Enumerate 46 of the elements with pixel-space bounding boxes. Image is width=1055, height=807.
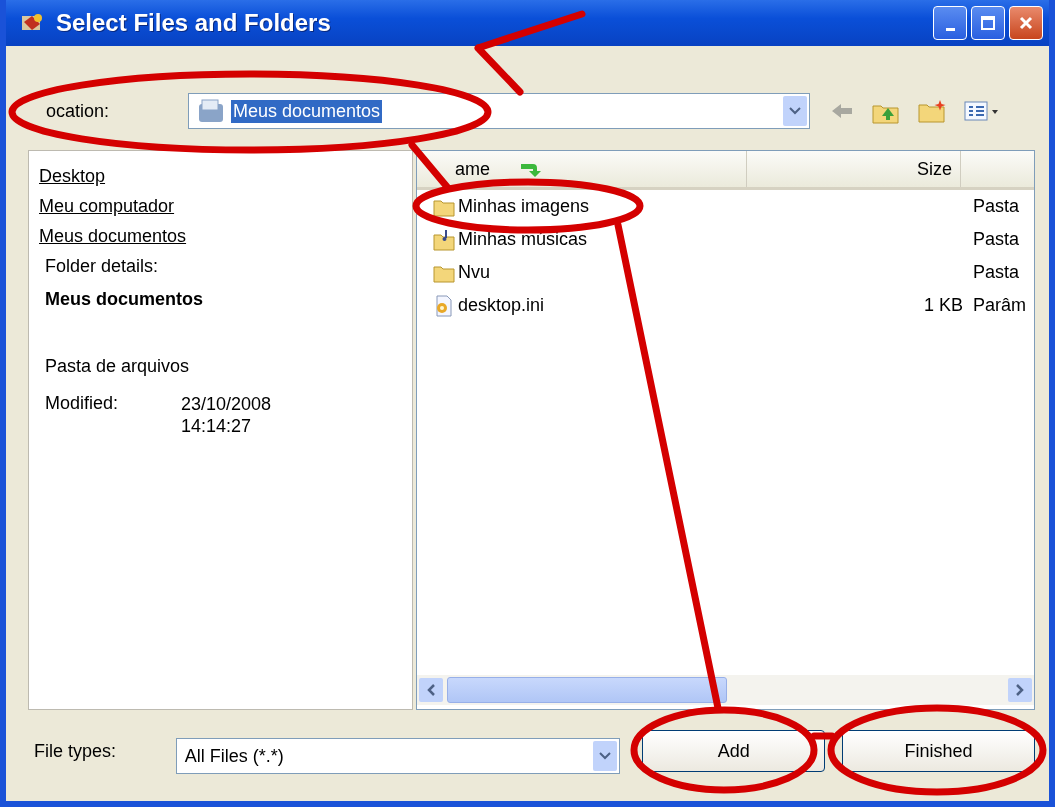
file-name[interactable]: Minhas músicas (458, 229, 588, 250)
new-folder-icon[interactable] (918, 99, 946, 123)
column-header[interactable]: ame (455, 158, 490, 180)
close-button[interactable] (1009, 6, 1043, 40)
documents-folder-icon (197, 98, 225, 124)
location-label: ocation: (45, 100, 111, 122)
add-button[interactable]: Add (642, 730, 826, 772)
scroll-thumb[interactable] (447, 677, 727, 703)
scroll-right-icon[interactable] (1008, 678, 1032, 702)
place-link[interactable]: Desktop (39, 161, 106, 191)
window-title: Select Files and Folders (56, 9, 332, 37)
file-types-value: All Files (*.*) (184, 745, 284, 767)
annotation-line (810, 732, 836, 740)
file-name[interactable]: Nvu (458, 262, 490, 283)
modified-label: Modified: (45, 393, 120, 415)
maximize-button[interactable] (971, 6, 1005, 40)
file-types-combo[interactable]: All Files (*.*) (175, 738, 621, 774)
dropdown-icon[interactable] (593, 741, 618, 771)
close-icon (1018, 15, 1034, 31)
scroll-left-icon[interactable] (419, 678, 443, 702)
music-folder-icon (433, 228, 455, 251)
place-link[interactable]: Meu computador (39, 191, 175, 221)
settings-file-icon (433, 294, 455, 317)
location-value: Meus documentos (231, 99, 383, 123)
file-type: Parâm (973, 295, 1026, 315)
file-type: Pasta (973, 196, 1020, 216)
folder-name: Meus documentos (44, 288, 205, 311)
horizontal-scrollbar[interactable] (417, 675, 1034, 705)
file-type: Pasta (973, 229, 1020, 249)
folder-type: Pasta de arquivos (44, 355, 191, 378)
location-combo[interactable]: Meus documentos (188, 93, 810, 129)
file-name[interactable]: desktop.ini (458, 295, 545, 316)
minimize-button[interactable] (933, 6, 967, 40)
file-name[interactable]: Minhas imagens (458, 196, 590, 217)
dropdown-icon[interactable] (783, 96, 807, 126)
details-heading: Folder details: (44, 255, 160, 278)
minimize-icon (945, 27, 955, 31)
finished-button[interactable]: Finished (842, 730, 1035, 772)
modified-value: 23/10/2008 14:14:27 (181, 393, 272, 437)
file-types-label: File types: (33, 740, 118, 762)
view-menu-icon[interactable] (964, 100, 1000, 122)
column-header[interactable]: Size (917, 158, 952, 180)
file-type: Pasta (973, 262, 1020, 282)
file-size: 1 KB (923, 295, 963, 315)
maximize-icon (980, 15, 996, 31)
place-link[interactable]: Meus documentos (39, 221, 187, 251)
